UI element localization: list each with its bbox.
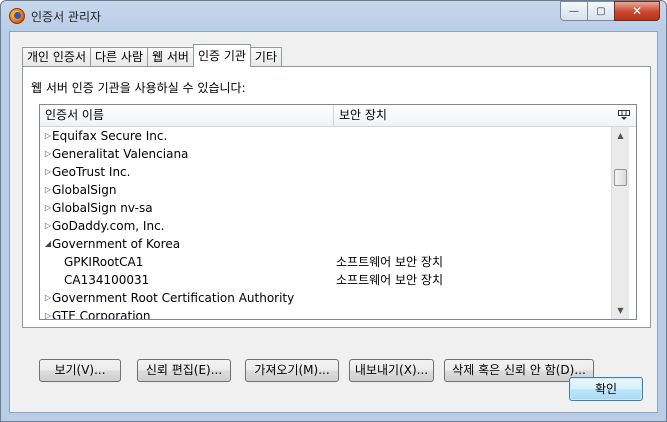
certificate-name: GPKIRootCA1 (64, 255, 144, 269)
tab-description: 웹 서버 인증 기관을 사용하실 수 있습니다: (31, 81, 246, 95)
edit-trust-button[interactable]: 신뢰 편집(E)... (137, 359, 231, 382)
tree-row[interactable]: ▷ Government Root Certification Authority (40, 289, 611, 307)
caption-buttons: — ▢ ✕ (560, 1, 660, 21)
certificate-name: Government Root Certification Authority (52, 291, 295, 305)
tree-header: 인증서 이름 보안 장치 (40, 105, 636, 127)
tab-personal-certificates[interactable]: 개인 인증서 (22, 47, 92, 67)
certificate-name: GeoTrust Inc. (52, 165, 131, 179)
certificate-name: GlobalSign (52, 183, 117, 197)
minimize-icon: — (569, 5, 579, 17)
expand-twisty-icon[interactable]: ▷ (44, 181, 52, 199)
tab-strip: 개인 인증서 다른 사람 웹 서버 인증 기관 기타 (22, 44, 283, 67)
tree-row[interactable]: ▷ GTE Corporation (40, 307, 611, 320)
expand-twisty-icon[interactable]: ▷ (44, 289, 52, 307)
tree-row[interactable]: ▷ GlobalSign nv-sa (40, 199, 611, 217)
tree-row[interactable]: ◢ Government of Korea (40, 235, 611, 253)
certificate-name: GlobalSign nv-sa (52, 201, 153, 215)
certificate-name: GTE Corporation (52, 309, 151, 320)
expand-twisty-icon[interactable]: ▷ (44, 163, 52, 181)
title-bar[interactable]: 인증서 관리자 — ▢ ✕ (1, 1, 666, 31)
minimize-button[interactable]: — (560, 1, 588, 21)
vertical-scrollbar[interactable]: ▲ ▼ (611, 127, 629, 319)
tree-row[interactable]: CA134100031 소프트웨어 보안 장치 (40, 271, 611, 289)
tab-web-servers[interactable]: 웹 서버 (147, 47, 194, 67)
expand-twisty-icon[interactable]: ▷ (44, 199, 52, 217)
tree-row[interactable]: ▷ Generalitat Valenciana (40, 145, 611, 163)
certificate-tree[interactable]: 인증서 이름 보안 장치 ▷ Equifax Secure Inc. ▷ Gener… (39, 104, 637, 320)
authorities-tab-panel: 웹 서버 인증 기관을 사용하실 수 있습니다: 인증서 이름 보안 장치 ▷ … (22, 66, 651, 382)
security-device: 소프트웨어 보안 장치 (336, 273, 443, 287)
expand-twisty-icon[interactable]: ▷ (44, 217, 52, 235)
scroll-up-arrow-icon[interactable]: ▲ (612, 127, 629, 144)
tab-others[interactable]: 기타 (249, 47, 283, 67)
export-button[interactable]: 내보내기(X)... (349, 359, 434, 382)
tree-rows: ▷ Equifax Secure Inc. ▷ Generalitat Valenc… (40, 127, 611, 320)
certificate-name: GoDaddy.com, Inc. (52, 219, 165, 233)
expand-twisty-icon[interactable]: ▷ (44, 127, 52, 145)
expand-twisty-icon[interactable]: ▷ (44, 145, 52, 163)
tree-row[interactable]: ▷ GeoTrust Inc. (40, 163, 611, 181)
tree-row[interactable]: GPKIRootCA1 소프트웨어 보안 장치 (40, 253, 611, 271)
security-device: 소프트웨어 보안 장치 (336, 255, 443, 269)
scrollbar-thumb[interactable] (614, 169, 627, 186)
close-button[interactable]: ✕ (614, 1, 660, 21)
certificate-name: CA134100031 (64, 273, 150, 287)
certificate-manager-window: 인증서 관리자 — ▢ ✕ 개인 인증서 다른 사람 웹 서버 인증 기관 기타… (0, 0, 667, 422)
dialog-client-area: 개인 인증서 다른 사람 웹 서버 인증 기관 기타 웹 서버 인증 기관을 사… (9, 31, 658, 413)
import-button[interactable]: 가져오기(M)... (245, 359, 339, 382)
column-picker-button[interactable] (611, 105, 636, 126)
tree-row[interactable]: ▷ Equifax Secure Inc. (40, 127, 611, 145)
tree-row[interactable]: ▷ GlobalSign (40, 181, 611, 199)
view-button[interactable]: 보기(V)... (39, 359, 121, 382)
scroll-down-arrow-icon[interactable]: ▼ (612, 302, 629, 319)
certificate-name: Generalitat Valenciana (52, 147, 189, 161)
maximize-button[interactable]: ▢ (587, 1, 615, 21)
ok-button[interactable]: 확인 (569, 377, 643, 401)
column-picker-icon (617, 110, 630, 120)
maximize-icon: ▢ (596, 5, 606, 17)
collapse-twisty-icon[interactable]: ◢ (44, 235, 52, 253)
tab-other-people[interactable]: 다른 사람 (90, 47, 148, 67)
certificate-name: Government of Korea (52, 237, 181, 251)
expand-twisty-icon[interactable]: ▷ (44, 307, 52, 319)
column-header-certificate-name[interactable]: 인증서 이름 (40, 105, 334, 126)
tree-row[interactable]: ▷ GoDaddy.com, Inc. (40, 217, 611, 235)
close-icon: ✕ (631, 4, 643, 18)
tab-authorities[interactable]: 인증 기관 (192, 44, 251, 67)
column-header-security-device[interactable]: 보안 장치 (334, 105, 610, 126)
certificate-name: Equifax Secure Inc. (52, 129, 168, 143)
firefox-icon (9, 8, 25, 24)
window-title: 인증서 관리자 (31, 10, 102, 24)
